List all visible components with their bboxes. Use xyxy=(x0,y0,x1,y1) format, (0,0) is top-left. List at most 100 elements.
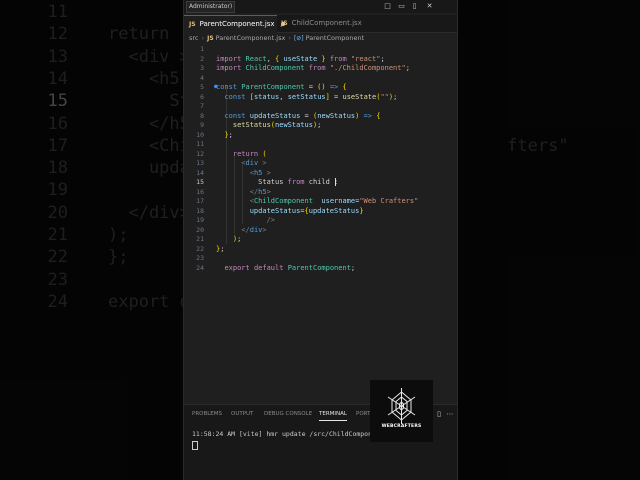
title-bar: Administrator) □ ▭ ▯ ✕ xyxy=(184,0,457,13)
code-text: </div> xyxy=(241,225,267,234)
code-line[interactable]: 9 setStatus(newStatus); xyxy=(184,120,457,130)
code-text: export default ParentComponent; xyxy=(224,263,356,272)
watermark-text: WEBCRAFTERS xyxy=(381,424,422,429)
breadcrumb-folder[interactable]: src xyxy=(189,34,199,42)
lightbulb-icon[interactable]: ● xyxy=(214,83,220,91)
line-number: 5 xyxy=(200,83,204,91)
code-line[interactable]: 21 ); xyxy=(184,234,457,244)
code-text: }; xyxy=(224,130,233,139)
line-number: 7 xyxy=(200,102,204,110)
line-number: 18 xyxy=(196,206,204,215)
code-text: updateStatus={updateStatus} xyxy=(249,206,364,215)
code-line[interactable]: 14 <h5 > xyxy=(184,168,457,178)
code-text: <ChildComponent username="Web Crafters" xyxy=(249,197,419,205)
code-line[interactable]: 19 /> xyxy=(184,215,457,225)
tab-label: ParentComponent.jsx xyxy=(199,20,275,28)
layout-split-icon[interactable]: ▯ xyxy=(410,2,419,11)
code-line[interactable]: 10 }; xyxy=(184,130,457,140)
code-line[interactable]: 16 </h5> xyxy=(184,187,457,197)
line-number: 2 xyxy=(200,54,204,63)
panel-tab-terminal[interactable]: TERMINAL xyxy=(319,411,347,421)
code-text: const ParentComponent = () => { xyxy=(216,83,347,91)
code-text: setStatus(newStatus); xyxy=(232,121,322,129)
breadcrumb-file[interactable]: ParentComponent.jsx xyxy=(216,34,286,42)
code-line[interactable]: 22}; xyxy=(184,244,457,254)
webcrafters-watermark-logo: WEBCRAFTERS xyxy=(370,380,433,442)
code-line[interactable]: 15 Status from child : xyxy=(184,177,457,187)
line-number: 24 xyxy=(196,263,204,272)
line-number: 3 xyxy=(200,64,204,72)
tab-child-component[interactable]: JS ChildComponent.jsx xyxy=(276,15,371,32)
panel-tab-debug-console[interactable]: DEBUG CONSOLE xyxy=(264,411,312,417)
code-line[interactable]: 18 updateStatus={updateStatus} xyxy=(184,206,457,216)
code-text: }; xyxy=(216,244,225,253)
close-window-icon[interactable]: ✕ xyxy=(425,2,434,11)
more-actions-icon[interactable]: ⋯ xyxy=(446,410,454,418)
code-line[interactable]: 1 xyxy=(184,44,457,54)
code-line[interactable]: 11 xyxy=(184,139,457,149)
code-text: const [status, setStatus] = useState("")… xyxy=(224,92,398,101)
text-cursor xyxy=(335,178,336,186)
code-line[interactable]: 12 return ( xyxy=(184,149,457,159)
tab-label: ChildComponent.jsx xyxy=(291,19,362,27)
maximize-panel-icon[interactable]: ▯ xyxy=(435,410,443,418)
code-editor[interactable]: 1 2 import React, { useState } from "react… xyxy=(184,44,457,404)
code-line[interactable]: 13 <div > xyxy=(184,158,457,168)
js-file-icon: JS xyxy=(189,21,196,28)
spider-web-icon xyxy=(387,388,416,424)
code-line[interactable]: 17 <ChildComponent username="Web Crafter… xyxy=(184,196,457,206)
line-number: 10 xyxy=(196,130,204,139)
line-number: 19 xyxy=(196,216,204,224)
line-number: 17 xyxy=(196,197,204,205)
breadcrumb-symbol[interactable]: ParentComponent xyxy=(306,34,365,42)
line-number: 22 xyxy=(196,244,204,253)
panel-tab-problems[interactable]: PROBLEMS xyxy=(192,411,222,417)
code-line[interactable]: 23 xyxy=(184,253,457,263)
code-line[interactable]: 2 import React, { useState } from "react"… xyxy=(184,54,457,64)
editor-tabs: JS ParentComponent.jsx JS ChildComponent.j… xyxy=(184,15,457,33)
code-text: </h5> xyxy=(249,187,271,196)
line-number: 9 xyxy=(200,121,204,129)
js-file-icon: JS xyxy=(281,20,288,27)
terminal-cursor xyxy=(192,441,198,450)
line-number: 11 xyxy=(196,140,204,148)
line-number: 16 xyxy=(196,187,204,196)
line-number: 20 xyxy=(196,225,204,234)
line-number: 6 xyxy=(200,92,204,101)
tab-parent-component[interactable]: JS ParentComponent.jsx xyxy=(184,15,285,33)
breadcrumb-separator: › xyxy=(288,34,291,42)
code-text: ); xyxy=(232,235,242,243)
code-line[interactable]: 5 const ParentComponent = () => {● xyxy=(184,82,457,92)
line-number: 1 xyxy=(200,45,204,53)
line-number: 4 xyxy=(200,73,204,82)
title-field[interactable]: Administrator) xyxy=(186,1,236,13)
code-text: import ChildComponent from "./ChildCompo… xyxy=(216,64,410,72)
line-number: 12 xyxy=(196,149,204,158)
code-text: Status from child : xyxy=(216,178,343,186)
terminal-output[interactable]: 11:58:24 AM [vite] hmr update /src/Child… xyxy=(192,429,392,439)
code-text: <h5 > xyxy=(249,168,271,177)
code-text: /> xyxy=(266,216,276,224)
layout-sidebar-icon[interactable]: ▭ xyxy=(397,2,406,11)
code-line[interactable]: 20 </div> xyxy=(184,225,457,235)
code-text: import React, { useState } from "react"; xyxy=(216,54,385,63)
panel-tab-output[interactable]: OUTPUT xyxy=(231,411,253,417)
code-line[interactable]: 6 const [status, setStatus] = useState("… xyxy=(184,92,457,102)
variable-symbol-icon: [⊘] xyxy=(293,35,304,42)
code-line[interactable]: 3 import ChildComponent from "./ChildComp… xyxy=(184,63,457,73)
line-number: 21 xyxy=(196,235,204,243)
line-number: 8 xyxy=(200,111,204,120)
line-number: 14 xyxy=(196,168,204,177)
line-number: 23 xyxy=(196,254,204,262)
code-line[interactable]: 4 xyxy=(184,73,457,83)
code-text: return ( xyxy=(232,149,267,158)
js-file-icon: JS xyxy=(207,35,214,42)
breadcrumb-separator: › xyxy=(201,34,205,42)
code-line[interactable]: 8 const updateStatus = (newStatus) => { xyxy=(184,111,457,121)
code-text: const updateStatus = (newStatus) => { xyxy=(224,111,381,120)
code-line[interactable]: 7 xyxy=(184,101,457,111)
layout-panel-icon[interactable]: □ xyxy=(383,2,392,11)
line-number: 15 xyxy=(196,178,204,186)
code-text: <div > xyxy=(241,159,267,167)
code-line[interactable]: 24 export default ParentComponent; xyxy=(184,263,457,273)
